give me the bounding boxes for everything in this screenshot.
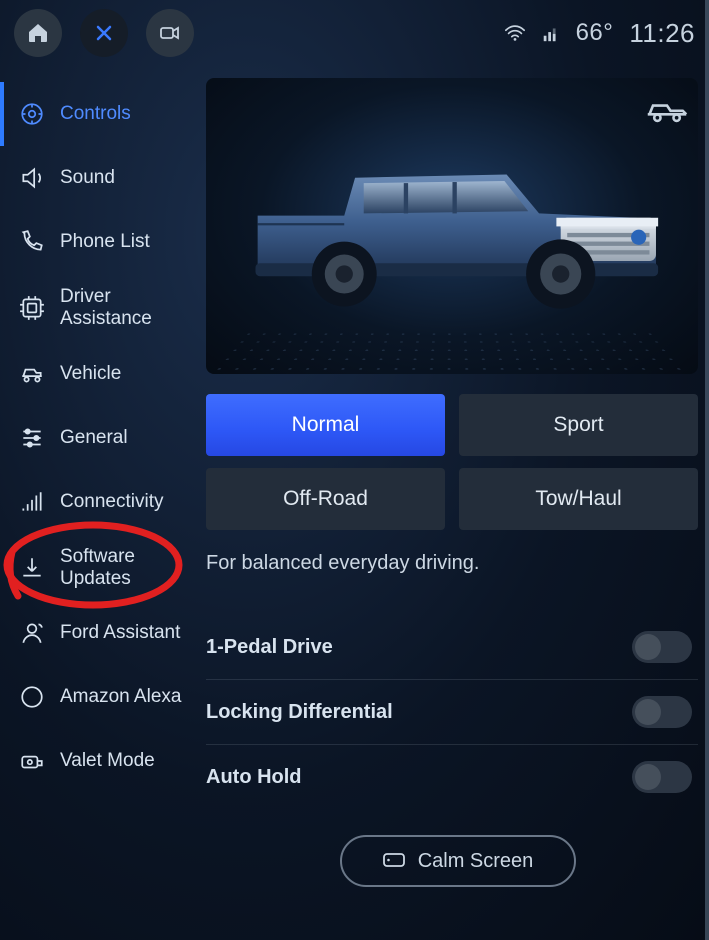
sidebar-item-general[interactable]: General (0, 406, 196, 470)
temperature-label: 66° (576, 19, 614, 47)
screen-icon (382, 852, 406, 870)
sidebar-item-label: Software Updates (60, 546, 190, 590)
home-icon (26, 21, 50, 45)
sidebar-item-label: Controls (60, 103, 131, 125)
sidebar-item-vehicle[interactable]: Vehicle (0, 342, 196, 406)
valet-icon (18, 747, 46, 775)
setting-row-locking-diff: Locking Differential (206, 680, 698, 745)
drive-mode-description: For balanced everyday driving. (206, 552, 698, 575)
signal-bars-icon (18, 488, 46, 516)
sidebar-item-label: Ford Assistant (60, 622, 180, 644)
download-icon (18, 554, 46, 582)
setting-label: Locking Differential (206, 701, 393, 724)
settings-sidebar: Controls Sound Phone List Driver Assista… (0, 60, 196, 940)
drive-settings-list: 1-Pedal Drive Locking Differential Auto … (206, 615, 698, 809)
sidebar-item-label: Amazon Alexa (60, 686, 181, 708)
setting-row-1pedal: 1-Pedal Drive (206, 615, 698, 680)
calm-screen-button[interactable]: Calm Screen (340, 835, 576, 887)
drive-mode-sport[interactable]: Sport (459, 394, 698, 456)
sidebar-item-valet-mode[interactable]: Valet Mode (0, 729, 196, 793)
wifi-icon (504, 24, 526, 42)
vehicle-view-button[interactable] (646, 88, 688, 130)
home-button[interactable] (14, 9, 62, 57)
alexa-icon (18, 683, 46, 711)
sidebar-item-label: Valet Mode (60, 750, 155, 772)
drive-mode-normal[interactable]: Normal (206, 394, 445, 456)
phone-icon (18, 228, 46, 256)
sidebar-item-phone-list[interactable]: Phone List (0, 210, 196, 274)
clock-label: 11:26 (629, 18, 695, 49)
camera-icon (158, 21, 182, 45)
vehicle-icon (18, 360, 46, 388)
toggle-auto-hold[interactable] (632, 761, 692, 793)
drive-mode-tow-haul[interactable]: Tow/Haul (459, 468, 698, 530)
sliders-icon (18, 424, 46, 452)
sidebar-item-sound[interactable]: Sound (0, 146, 196, 210)
sidebar-item-label: Vehicle (60, 363, 121, 385)
toggle-locking-diff[interactable] (632, 696, 692, 728)
sidebar-item-label: General (60, 427, 128, 449)
setting-label: Auto Hold (206, 766, 302, 789)
truck-outline-icon (646, 95, 688, 123)
drive-mode-selector: Normal Sport Off-Road Tow/Haul (206, 394, 698, 530)
sidebar-item-label: Phone List (60, 231, 150, 253)
sidebar-item-connectivity[interactable]: Connectivity (0, 470, 196, 534)
toggle-1pedal[interactable] (632, 631, 692, 663)
setting-row-auto-hold: Auto Hold (206, 745, 698, 809)
sidebar-item-controls[interactable]: Controls (0, 82, 196, 146)
vehicle-hero-image (206, 78, 698, 374)
assistant-icon (18, 619, 46, 647)
truck-illustration (236, 129, 669, 324)
calm-screen-label: Calm Screen (418, 850, 534, 873)
controls-icon (18, 100, 46, 128)
sidebar-item-label: Connectivity (60, 491, 164, 513)
setting-label: 1-Pedal Drive (206, 636, 333, 659)
top-status-bar: 66° 11:26 (0, 0, 709, 60)
sidebar-item-amazon-alexa[interactable]: Amazon Alexa (0, 665, 196, 729)
sidebar-item-label: Driver Assistance (60, 286, 190, 330)
sidebar-item-software-updates[interactable]: Software Updates (0, 534, 196, 602)
sound-icon (18, 164, 46, 192)
camera-button[interactable] (146, 9, 194, 57)
main-content: Normal Sport Off-Road Tow/Haul For balan… (196, 60, 709, 940)
close-button[interactable] (80, 9, 128, 57)
drive-mode-off-road[interactable]: Off-Road (206, 468, 445, 530)
driver-assistance-icon (18, 294, 46, 322)
close-icon (92, 21, 116, 45)
sidebar-item-ford-assistant[interactable]: Ford Assistant (0, 601, 196, 665)
sidebar-item-driver-assistance[interactable]: Driver Assistance (0, 274, 196, 342)
floor-grid-decoration (206, 330, 698, 374)
signal-icon (542, 23, 560, 43)
sidebar-item-label: Sound (60, 167, 115, 189)
